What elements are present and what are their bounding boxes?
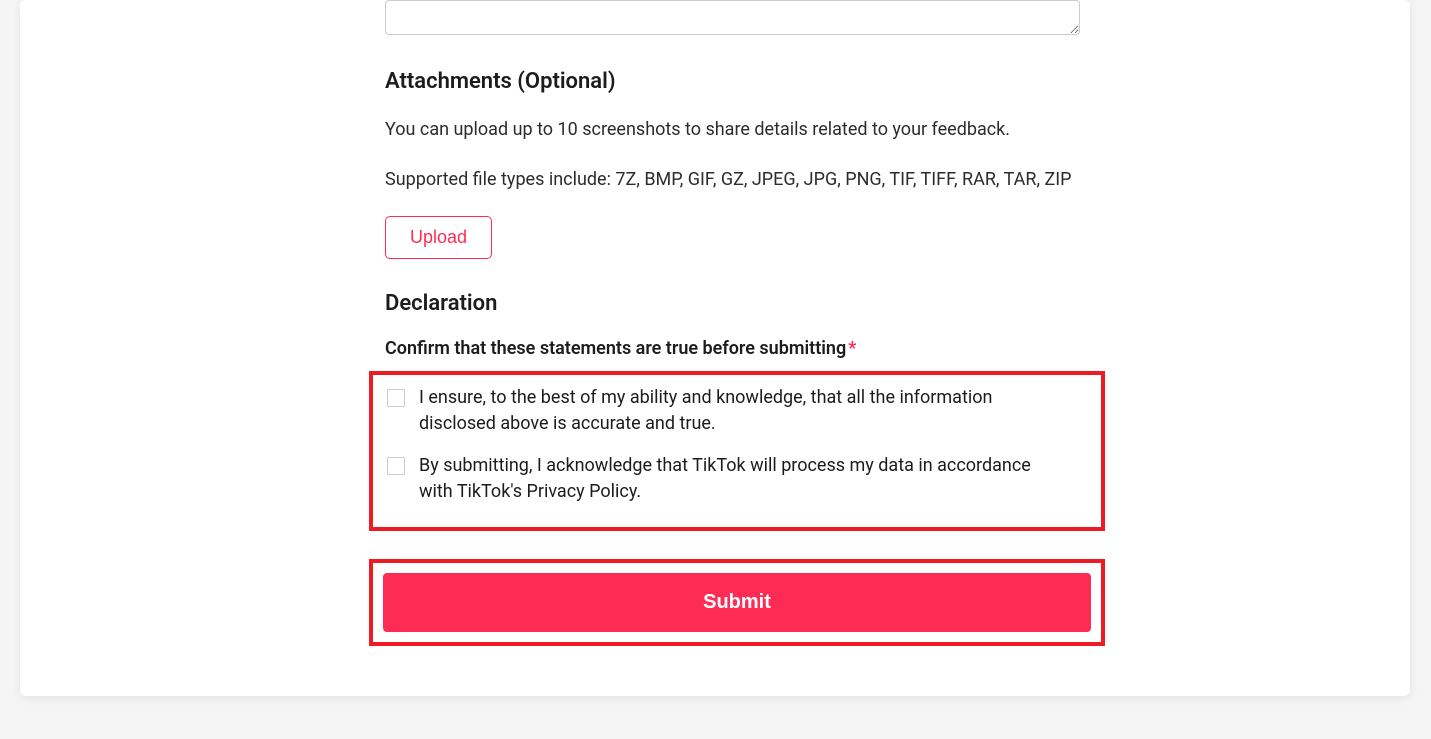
declaration-confirm-label: Confirm that these statements are true b… (385, 338, 1085, 359)
declaration-heading: Declaration (385, 291, 1085, 316)
checkbox-row-accuracy: I ensure, to the best of my ability and … (387, 385, 1087, 437)
checkbox-accuracy[interactable] (387, 389, 405, 407)
checkbox-row-privacy: By submitting, I acknowledge that TikTok… (387, 453, 1087, 505)
form-content: Attachments (Optional) You can upload up… (385, 0, 1085, 646)
checkbox-privacy[interactable] (387, 457, 405, 475)
submit-button[interactable]: Submit (383, 573, 1091, 632)
submit-button-highlight: Submit (369, 559, 1105, 646)
feedback-textarea[interactable] (385, 0, 1080, 35)
required-asterisk: * (848, 338, 856, 359)
checkbox-privacy-label: By submitting, I acknowledge that TikTok… (419, 453, 1049, 505)
declaration-checkboxes-highlight: I ensure, to the best of my ability and … (369, 371, 1105, 531)
attachments-heading: Attachments (Optional) (385, 69, 1085, 94)
checkbox-accuracy-label: I ensure, to the best of my ability and … (419, 385, 1049, 437)
attachments-help-text-2: Supported file types include: 7Z, BMP, G… (385, 166, 1085, 194)
form-card: Attachments (Optional) You can upload up… (20, 0, 1410, 696)
declaration-confirm-text: Confirm that these statements are true b… (385, 338, 846, 359)
attachments-help-text-1: You can upload up to 10 screenshots to s… (385, 116, 1085, 144)
upload-button[interactable]: Upload (385, 216, 492, 259)
